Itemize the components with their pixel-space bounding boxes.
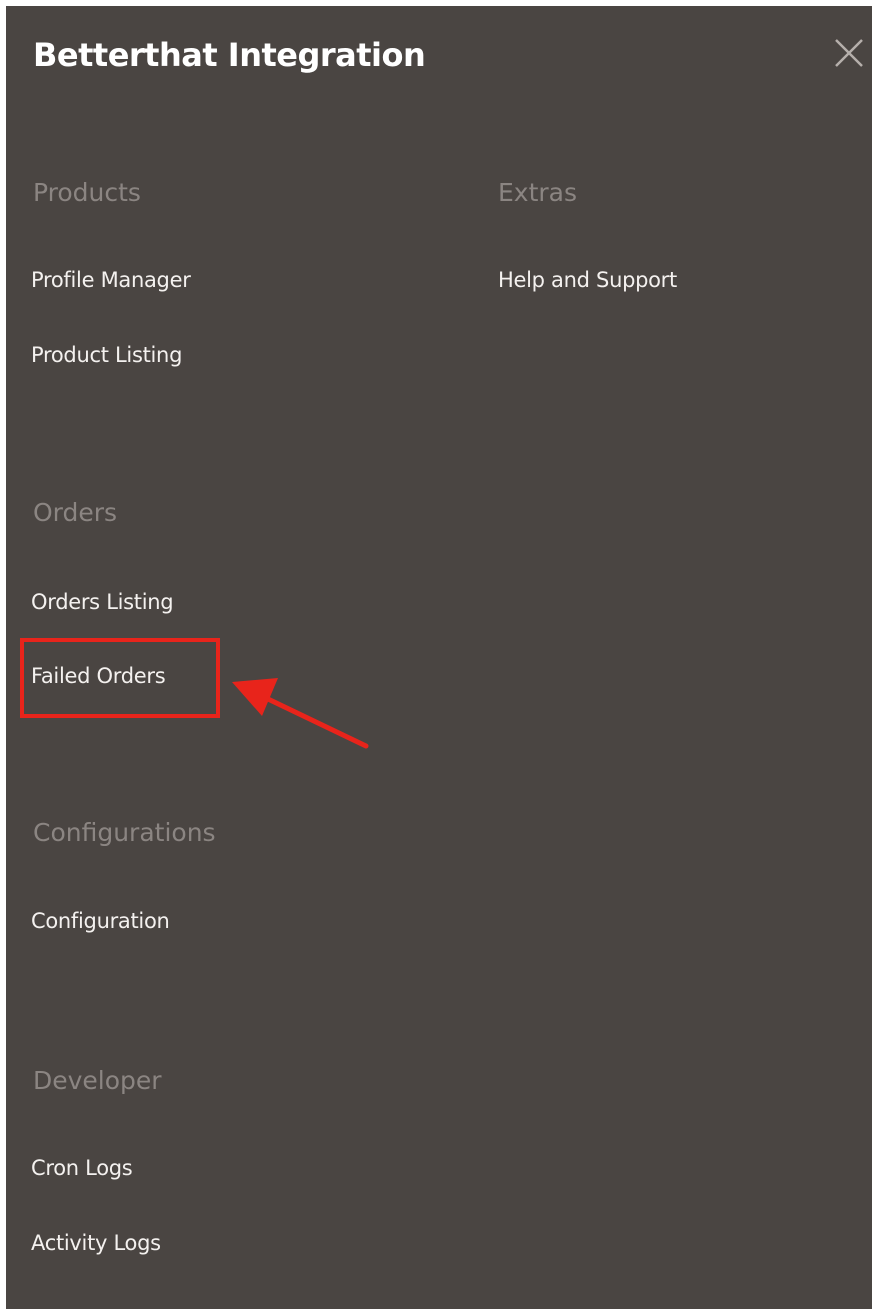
menu-item-profile-manager[interactable]: Profile Manager <box>31 268 191 292</box>
menu-item-configuration[interactable]: Configuration <box>31 909 170 933</box>
menu-item-orders-listing[interactable]: Orders Listing <box>31 590 174 614</box>
section-heading-configurations: Configurations <box>33 818 216 847</box>
panel-title: Betterthat Integration <box>33 36 426 74</box>
section-heading-extras: Extras <box>498 178 578 207</box>
menu-item-activity-logs[interactable]: Activity Logs <box>31 1231 161 1255</box>
menu-item-cron-logs[interactable]: Cron Logs <box>31 1156 133 1180</box>
menu-item-product-listing[interactable]: Product Listing <box>31 343 182 367</box>
close-button[interactable] <box>832 36 866 70</box>
menu-panel: Betterthat Integration Products Profile … <box>6 6 872 1309</box>
menu-item-help-and-support[interactable]: Help and Support <box>498 268 677 292</box>
section-heading-developer: Developer <box>33 1066 162 1095</box>
close-icon <box>835 39 863 67</box>
section-heading-products: Products <box>33 178 141 207</box>
highlight-box-failed-orders <box>20 638 220 718</box>
section-heading-orders: Orders <box>33 498 118 527</box>
